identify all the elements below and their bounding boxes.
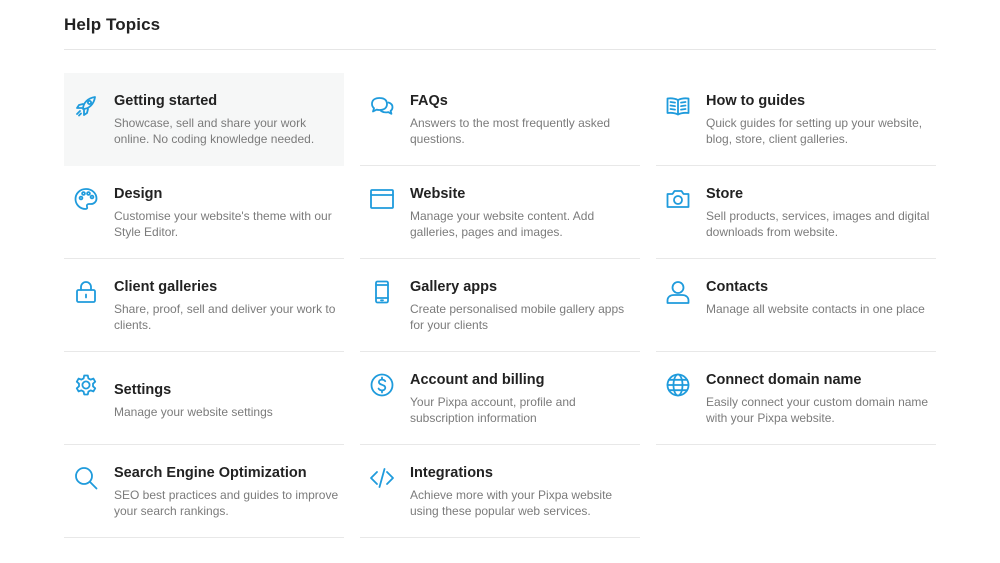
topic-card-integrations[interactable]: Integrations Achieve more with your Pixp… (360, 445, 640, 538)
padlock-icon (72, 278, 100, 306)
topic-description: Achieve more with your Pixpa website usi… (410, 488, 613, 518)
topic-title: Contacts (706, 279, 769, 295)
topic-title: How to guides (706, 93, 806, 109)
topic-card-design[interactable]: Design Customise your website's theme wi… (64, 166, 344, 259)
palette-icon (72, 185, 100, 213)
globe-icon (664, 371, 692, 399)
topic-card-client-galleries[interactable]: Client galleries Share, proof, sell and … (64, 259, 344, 352)
topic-title: Account and billing (410, 372, 545, 388)
page-title: Help Topics (64, 15, 161, 34)
topic-description: Create personalised mobile gallery apps … (410, 302, 625, 332)
topic-title: Getting started (114, 93, 218, 109)
topic-description: Manage all website contacts in one place (706, 302, 925, 316)
title-divider (64, 49, 936, 50)
topic-description: Share, proof, sell and deliver your work… (114, 302, 336, 332)
topic-title: Gallery apps (410, 279, 498, 295)
topic-description: Easily connect your custom domain name w… (706, 395, 929, 425)
topic-description: Your Pixpa account, profile and subscrip… (410, 395, 576, 425)
topic-title: Design (114, 186, 163, 202)
topic-description: Manage your website content. Add galleri… (410, 209, 595, 239)
topic-description: Answers to the most frequently asked que… (410, 116, 611, 146)
camera-icon (664, 185, 692, 213)
rocket-icon (72, 92, 100, 120)
topic-description: Manage your website settings (114, 405, 273, 419)
dollar-circle-icon (368, 371, 396, 399)
topic-card-faqs[interactable]: FAQs Answers to the most frequently aske… (360, 73, 640, 166)
topic-card-connect-domain-name[interactable]: Connect domain name Easily connect your … (656, 352, 936, 445)
mobile-phone-icon (368, 278, 396, 306)
topic-description: Quick guides for setting up your website… (706, 116, 923, 146)
topic-title: Search Engine Optimization (114, 465, 307, 481)
user-icon (664, 278, 692, 306)
topic-title: Connect domain name (706, 372, 862, 388)
topic-title: Settings (114, 382, 172, 398)
topic-description: Customise your website's theme with our … (114, 209, 332, 239)
topic-card-store[interactable]: Store Sell products, services, images an… (656, 166, 936, 259)
topic-description: Showcase, sell and share your work onlin… (114, 116, 315, 146)
topic-card-settings[interactable]: Settings Manage your website settings (64, 352, 344, 445)
topic-title: Integrations (410, 465, 493, 481)
search-icon (72, 464, 100, 492)
help-topics-grid: Getting started Showcase, sell and share… (64, 73, 936, 538)
chat-bubbles-icon (368, 92, 396, 120)
topic-card-website[interactable]: Website Manage your website content. Add… (360, 166, 640, 259)
browser-window-icon (368, 185, 396, 213)
topic-title: FAQs (410, 93, 448, 109)
topic-description: Sell products, services, images and digi… (706, 209, 930, 239)
topic-card-account-and-billing[interactable]: Account and billing Your Pixpa account, … (360, 352, 640, 445)
gear-icon (72, 371, 100, 399)
topic-card-contacts[interactable]: Contacts Manage all website contacts in … (656, 259, 936, 352)
code-icon (368, 464, 396, 492)
topic-title: Website (410, 186, 466, 202)
topic-card-search-engine-optimization[interactable]: Search Engine Optimization SEO best prac… (64, 445, 344, 538)
open-book-icon (664, 92, 692, 120)
topic-card-gallery-apps[interactable]: Gallery apps Create personalised mobile … (360, 259, 640, 352)
topic-description: SEO best practices and guides to improve… (114, 488, 339, 518)
topic-title: Client galleries (114, 279, 218, 295)
topic-card-how-to-guides[interactable]: How to guides Quick guides for setting u… (656, 73, 936, 166)
topic-card-getting-started[interactable]: Getting started Showcase, sell and share… (64, 73, 344, 166)
topic-title: Store (706, 186, 744, 202)
